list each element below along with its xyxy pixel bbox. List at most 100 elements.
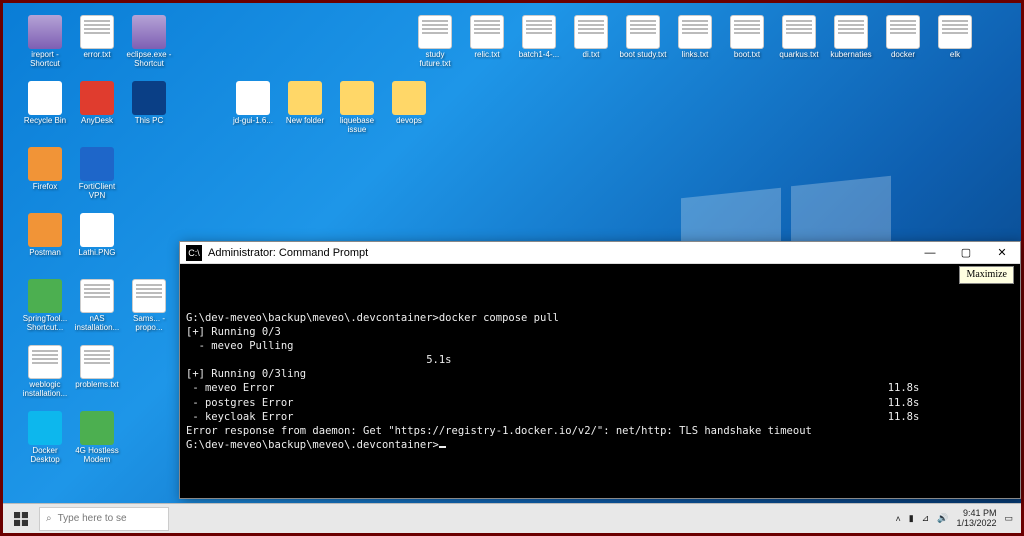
cursor <box>439 446 446 448</box>
icon-label: Firefox <box>19 183 71 192</box>
terminal-line: Error response from daemon: Get "https:/… <box>186 424 1014 438</box>
titlebar[interactable]: C:\ Administrator: Command Prompt — ▢ ✕ <box>180 242 1020 264</box>
terminal-line: [+] Running 0/3ling <box>186 367 1014 381</box>
desktop-icon[interactable]: jd-gui-1.6... <box>227 81 279 126</box>
icon-label: study future.txt <box>409 51 461 69</box>
desktop-icon[interactable]: FortiClient VPN <box>71 147 123 201</box>
terminal-line: - postgres Error 11.8s <box>186 396 1014 410</box>
darkblue-icon <box>132 81 166 115</box>
terminal-line: G:\dev-meveo\backup\meveo\.devcontainer> <box>186 438 1014 452</box>
command-prompt-window[interactable]: C:\ Administrator: Command Prompt — ▢ ✕ … <box>179 241 1021 499</box>
icon-label: links.txt <box>669 51 721 60</box>
desktop-icon[interactable]: kubernaties <box>825 15 877 60</box>
icon-label: AnyDesk <box>71 117 123 126</box>
green-icon <box>28 279 62 313</box>
tray-chevron-icon[interactable]: ˄ <box>895 514 900 524</box>
icon-label: elk <box>929 51 981 60</box>
desktop-icon[interactable]: devops <box>383 81 435 126</box>
desktop-icon[interactable]: Firefox <box>19 147 71 192</box>
desktop-icon[interactable]: New folder <box>279 81 331 126</box>
desktop-icon[interactable]: SpringTool... Shortcut... <box>19 279 71 333</box>
terminal-line: G:\dev-meveo\backup\meveo\.devcontainer>… <box>186 311 1014 325</box>
volume-icon[interactable]: 🔊 <box>937 513 948 524</box>
icon-label: quarkus.txt <box>773 51 825 60</box>
notifications-icon[interactable]: ▭ <box>1004 513 1013 524</box>
terminal-output[interactable]: Maximize G:\dev-meveo\backup\meveo\.devc… <box>180 264 1020 498</box>
icon-label: devops <box>383 117 435 126</box>
desktop-icon[interactable]: AnyDesk <box>71 81 123 126</box>
png-bg-icon <box>80 213 114 247</box>
desktop-icon[interactable]: boot.txt <box>721 15 773 60</box>
desktop-icon[interactable]: nAS installation... <box>71 279 123 333</box>
icon-label: Lathi.PNG <box>71 249 123 258</box>
icon-label: jd-gui-1.6... <box>227 117 279 126</box>
date: 1/13/2022 <box>956 519 996 529</box>
icon-label: error.txt <box>71 51 123 60</box>
icon-label: This PC <box>123 117 175 126</box>
desktop-icon[interactable]: ireport - Shortcut <box>19 15 71 69</box>
desktop-icon[interactable]: Postman <box>19 213 71 258</box>
clock[interactable]: 9:41 PM 1/13/2022 <box>956 509 996 529</box>
desktop-icon[interactable]: Recycle Bin <box>19 81 71 126</box>
desktop-icon[interactable]: relic.txt <box>461 15 513 60</box>
desktop-icon[interactable]: Sams... -propo... <box>123 279 175 333</box>
window-title: Administrator: Command Prompt <box>208 247 912 259</box>
icon-label: New folder <box>279 117 331 126</box>
desktop-icon[interactable]: study future.txt <box>409 15 461 69</box>
taskbar[interactable]: ⌕ Type here to se ˄ ▮ ⊿ 🔊 9:41 PM 1/13/2… <box>3 503 1021 533</box>
icon-label: Sams... -propo... <box>123 315 175 333</box>
desktop-icon[interactable]: error.txt <box>71 15 123 60</box>
file-page-icon <box>522 15 556 49</box>
desktop-icon[interactable]: weblogic installation... <box>19 345 71 399</box>
terminal-line: - meveo Error 11.8s <box>186 381 1014 395</box>
maximize-button[interactable]: ▢ <box>948 242 984 264</box>
desktop-icon[interactable]: 4G Hostless Modem <box>71 411 123 465</box>
desktop-icon[interactable]: di.txt <box>565 15 617 60</box>
file-page-icon <box>470 15 504 49</box>
file-page-icon <box>938 15 972 49</box>
windows-icon <box>14 512 28 526</box>
desktop-icon[interactable]: elk <box>929 15 981 60</box>
close-button[interactable]: ✕ <box>984 242 1020 264</box>
start-button[interactable] <box>3 504 39 534</box>
desktop-icon[interactable]: eclipse.exe - Shortcut <box>123 15 175 69</box>
icon-label: liquebase issue <box>331 117 383 135</box>
file-page-icon <box>80 15 114 49</box>
file-page-icon <box>834 15 868 49</box>
desktop-icon[interactable]: Docker Desktop <box>19 411 71 465</box>
cmd-icon: C:\ <box>186 245 202 261</box>
desktop-icon[interactable]: Lathi.PNG <box>71 213 123 258</box>
file-page-icon <box>678 15 712 49</box>
file-page-icon <box>28 345 62 379</box>
icon-label: nAS installation... <box>71 315 123 333</box>
search-icon: ⌕ <box>46 513 52 524</box>
system-tray[interactable]: ˄ ▮ ⊿ 🔊 9:41 PM 1/13/2022 ▭ <box>887 509 1021 529</box>
search-box[interactable]: ⌕ Type here to se <box>39 507 169 531</box>
terminal-line: - meveo Pulling <box>186 339 1014 353</box>
file-page-icon <box>886 15 920 49</box>
file-page-icon <box>418 15 452 49</box>
desktop-icon[interactable]: batch1-4-... <box>513 15 565 60</box>
icon-label: 4G Hostless Modem <box>71 447 123 465</box>
folder-icon <box>288 81 322 115</box>
blue-icon <box>80 147 114 181</box>
desktop-icon[interactable]: This PC <box>123 81 175 126</box>
desktop-icon[interactable]: links.txt <box>669 15 721 60</box>
desktop-icon[interactable]: boot study.txt <box>617 15 669 60</box>
icon-label: problems.txt <box>71 381 123 390</box>
network-icon[interactable]: ⊿ <box>922 513 930 524</box>
desktop-icon[interactable]: liquebase issue <box>331 81 383 135</box>
icon-label: Recycle Bin <box>19 117 71 126</box>
java-bg-icon <box>236 81 270 115</box>
battery-icon[interactable]: ▮ <box>909 513 914 524</box>
orange-icon <box>28 213 62 247</box>
desktop-icon[interactable]: quarkus.txt <box>773 15 825 60</box>
icon-label: eclipse.exe - Shortcut <box>123 51 175 69</box>
icon-label: Docker Desktop <box>19 447 71 465</box>
terminal-line: 5.1s <box>186 353 1014 367</box>
minimize-button[interactable]: — <box>912 242 948 264</box>
desktop-icon[interactable]: docker <box>877 15 929 60</box>
icon-label: batch1-4-... <box>513 51 565 60</box>
desktop-icon[interactable]: problems.txt <box>71 345 123 390</box>
icon-label: ireport - Shortcut <box>19 51 71 69</box>
